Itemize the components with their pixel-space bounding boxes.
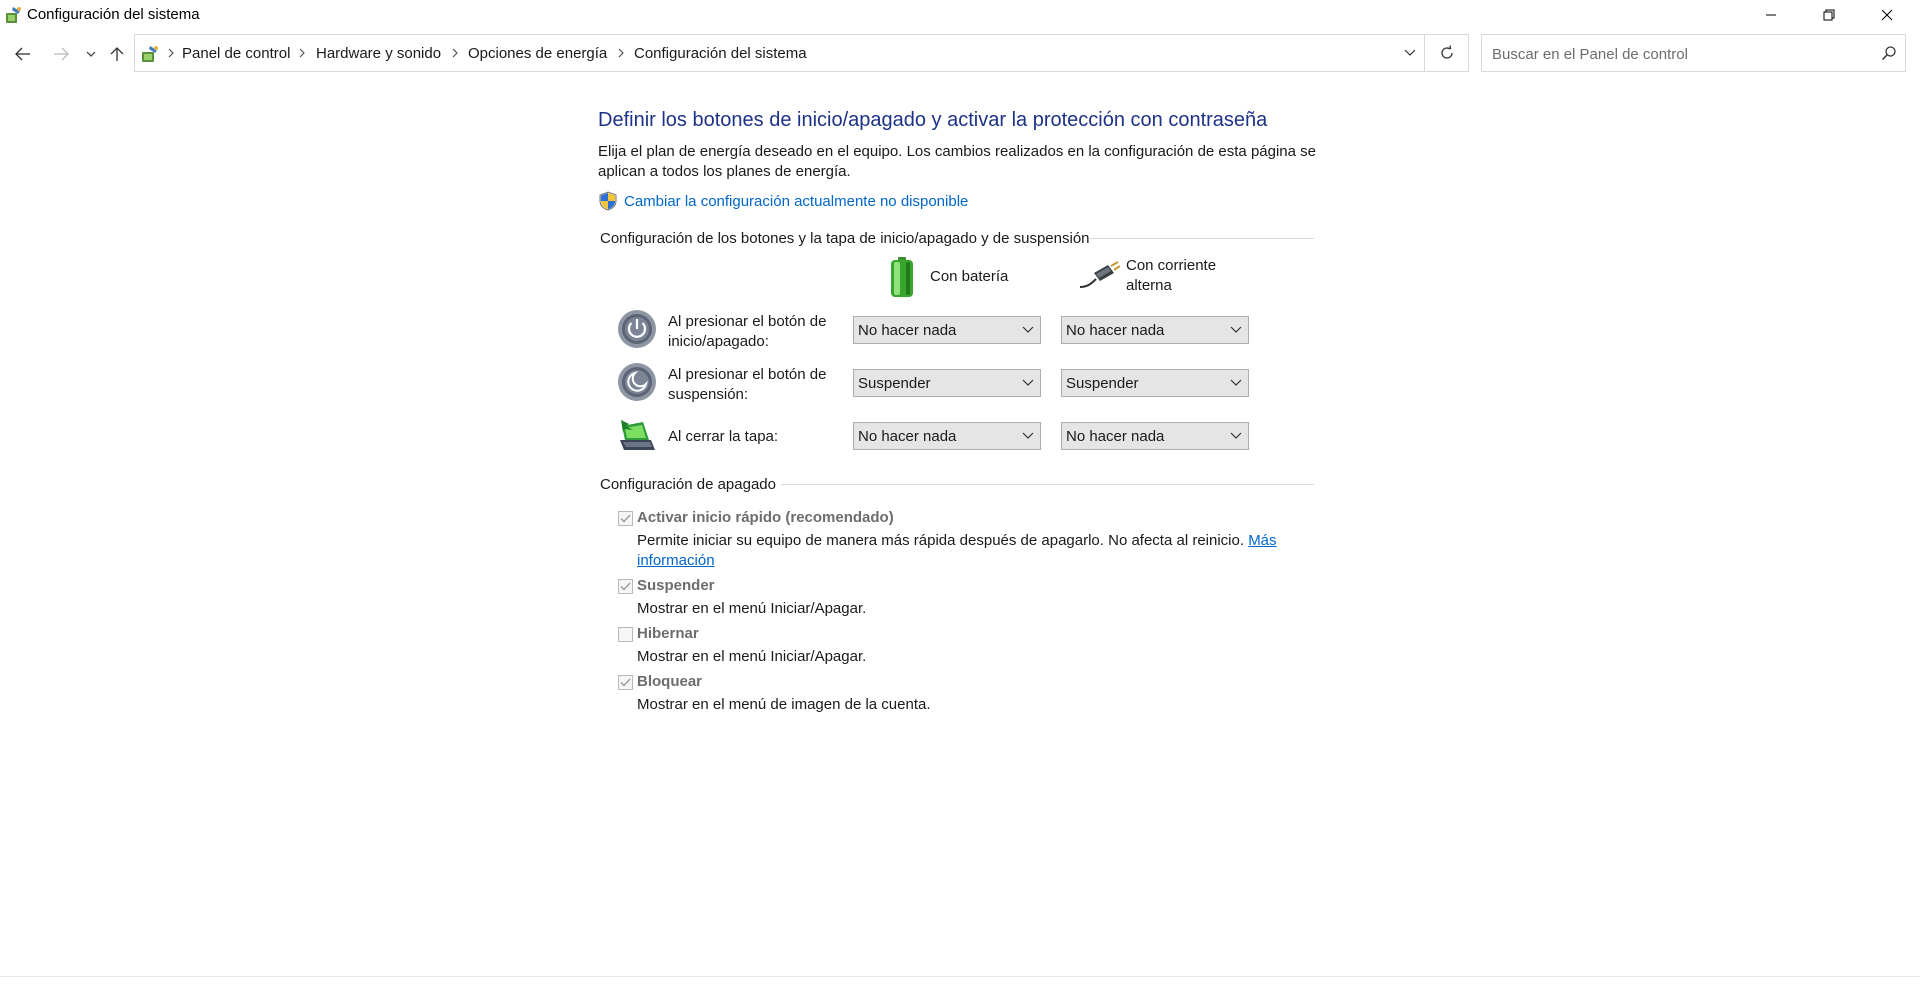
- chevron-down-icon: [1022, 326, 1034, 333]
- minimize-button[interactable]: [1742, 0, 1800, 30]
- chevron-down-icon: [1230, 379, 1242, 386]
- buttons-section-header: Configuración de los botones y la tapa d…: [600, 230, 1090, 247]
- back-button[interactable]: [10, 42, 36, 66]
- fast-startup-description: Permite iniciar su equipo de manera más …: [637, 531, 1317, 571]
- power-button-label: Al presionar el botón de inicio/apagado:: [668, 313, 827, 350]
- select-value: Suspender: [1066, 375, 1139, 392]
- lid-close-battery-select[interactable]: No hacer nada: [853, 422, 1041, 450]
- chevron-down-icon: [1230, 432, 1242, 439]
- select-value: No hacer nada: [1066, 322, 1165, 339]
- control-panel-icon: [6, 7, 21, 23]
- shutdown-section-header: Configuración de apagado: [600, 476, 776, 493]
- page-title: Definir los botones de inicio/apagado y …: [598, 109, 1268, 131]
- up-button[interactable]: [104, 42, 130, 66]
- chevron-down-icon: [86, 51, 96, 57]
- refresh-icon: [1440, 45, 1453, 59]
- address-bar[interactable]: Panel de control Hardware y sonido Opcio…: [134, 34, 1425, 72]
- battery-icon: [891, 257, 913, 297]
- hibernate-checkbox[interactable]: [618, 627, 633, 642]
- ac-column-header: Con corriente alterna: [1078, 256, 1236, 296]
- search-box[interactable]: [1481, 34, 1906, 73]
- chevron-down-icon: [1230, 326, 1242, 333]
- arrow-up-icon: [110, 47, 124, 61]
- page-intro: Elija el plan de energía deseado en el e…: [598, 143, 1316, 180]
- chevron-down-icon: [1404, 49, 1416, 56]
- chevron-right-icon: [168, 48, 174, 58]
- hibernate-label: Hibernar: [637, 625, 699, 642]
- sleep-checkbox[interactable]: [618, 579, 633, 594]
- select-value: No hacer nada: [1066, 428, 1165, 445]
- hibernate-description: Mostrar en el menú Iniciar/Apagar.: [637, 648, 867, 665]
- lock-checkbox[interactable]: [618, 675, 633, 690]
- sleep-button-label: Al presionar el botón de suspensión:: [668, 366, 827, 403]
- ac-column-label: Con corriente alterna: [1126, 257, 1217, 294]
- power-button-battery-select[interactable]: No hacer nada: [853, 316, 1041, 344]
- address-history-dropdown[interactable]: [1395, 35, 1425, 71]
- chevron-right-icon: [618, 48, 624, 58]
- restore-button[interactable]: [1800, 0, 1858, 30]
- search-input[interactable]: [1490, 35, 1864, 73]
- change-settings-link-row[interactable]: Cambiar la configuración actualmente no …: [598, 190, 968, 212]
- breadcrumb-configuracion-del-sistema[interactable]: Configuración del sistema: [634, 45, 807, 62]
- sleep-label: Suspender: [637, 577, 715, 594]
- refresh-button[interactable]: [1425, 34, 1469, 72]
- arrow-right-icon: [54, 47, 69, 61]
- recent-locations-button[interactable]: [80, 42, 102, 66]
- chevron-right-icon: [452, 48, 458, 58]
- battery-column-header: Con batería: [888, 256, 1008, 298]
- power-button-icon: [618, 310, 656, 348]
- close-icon: [1881, 9, 1893, 21]
- power-plug-icon: [1079, 261, 1120, 288]
- forward-button[interactable]: [48, 42, 74, 66]
- fast-startup-checkbox[interactable]: [618, 511, 633, 526]
- chevron-down-icon: [1022, 432, 1034, 439]
- title-bar: Configuración del sistema: [0, 0, 1920, 30]
- breadcrumb-panel-de-control[interactable]: Panel de control: [182, 45, 290, 62]
- sleep-button-ac-select[interactable]: Suspender: [1061, 369, 1249, 397]
- fast-startup-description-text: Permite iniciar su equipo de manera más …: [637, 532, 1245, 549]
- laptop-lid-icon: [620, 420, 655, 450]
- breadcrumb-hardware-y-sonido[interactable]: Hardware y sonido: [316, 45, 441, 62]
- minimize-icon: [1766, 14, 1776, 16]
- checkmark-icon: [620, 582, 631, 591]
- lock-description: Mostrar en el menú de imagen de la cuent…: [637, 696, 931, 713]
- checkmark-icon: [620, 678, 631, 687]
- select-value: No hacer nada: [858, 428, 957, 445]
- sleep-button-icon: [618, 363, 656, 401]
- breadcrumb-opciones-de-energia[interactable]: Opciones de energía: [468, 45, 607, 62]
- navigation-bar: Panel de control Hardware y sonido Opcio…: [0, 34, 1920, 74]
- change-unavailable-settings-link[interactable]: Cambiar la configuración actualmente no …: [624, 193, 968, 210]
- sleep-description: Mostrar en el menú Iniciar/Apagar.: [637, 600, 867, 617]
- fast-startup-label: Activar inicio rápido (recomendado): [637, 509, 894, 526]
- power-button-ac-select[interactable]: No hacer nada: [1061, 316, 1249, 344]
- arrow-left-icon: [15, 47, 30, 61]
- select-value: Suspender: [858, 375, 931, 392]
- lid-close-label: Al cerrar la tapa:: [668, 428, 779, 445]
- chevron-right-icon: [299, 48, 305, 58]
- section-divider: [1090, 238, 1314, 239]
- checkmark-icon: [620, 514, 631, 523]
- chevron-down-icon: [1022, 379, 1034, 386]
- restore-icon: [1823, 9, 1835, 21]
- lid-close-ac-select[interactable]: No hacer nada: [1061, 422, 1249, 450]
- select-value: No hacer nada: [858, 322, 957, 339]
- search-icon[interactable]: [1881, 45, 1897, 61]
- uac-shield-icon: [599, 191, 617, 211]
- sleep-button-battery-select[interactable]: Suspender: [853, 369, 1041, 397]
- lock-label: Bloquear: [637, 673, 703, 690]
- footer-divider: [0, 976, 1920, 977]
- close-button[interactable]: [1858, 0, 1916, 30]
- section-divider: [781, 484, 1314, 485]
- control-panel-icon: [142, 46, 158, 62]
- window-title: Configuración del sistema: [27, 6, 200, 23]
- battery-column-label: Con batería: [930, 268, 1009, 285]
